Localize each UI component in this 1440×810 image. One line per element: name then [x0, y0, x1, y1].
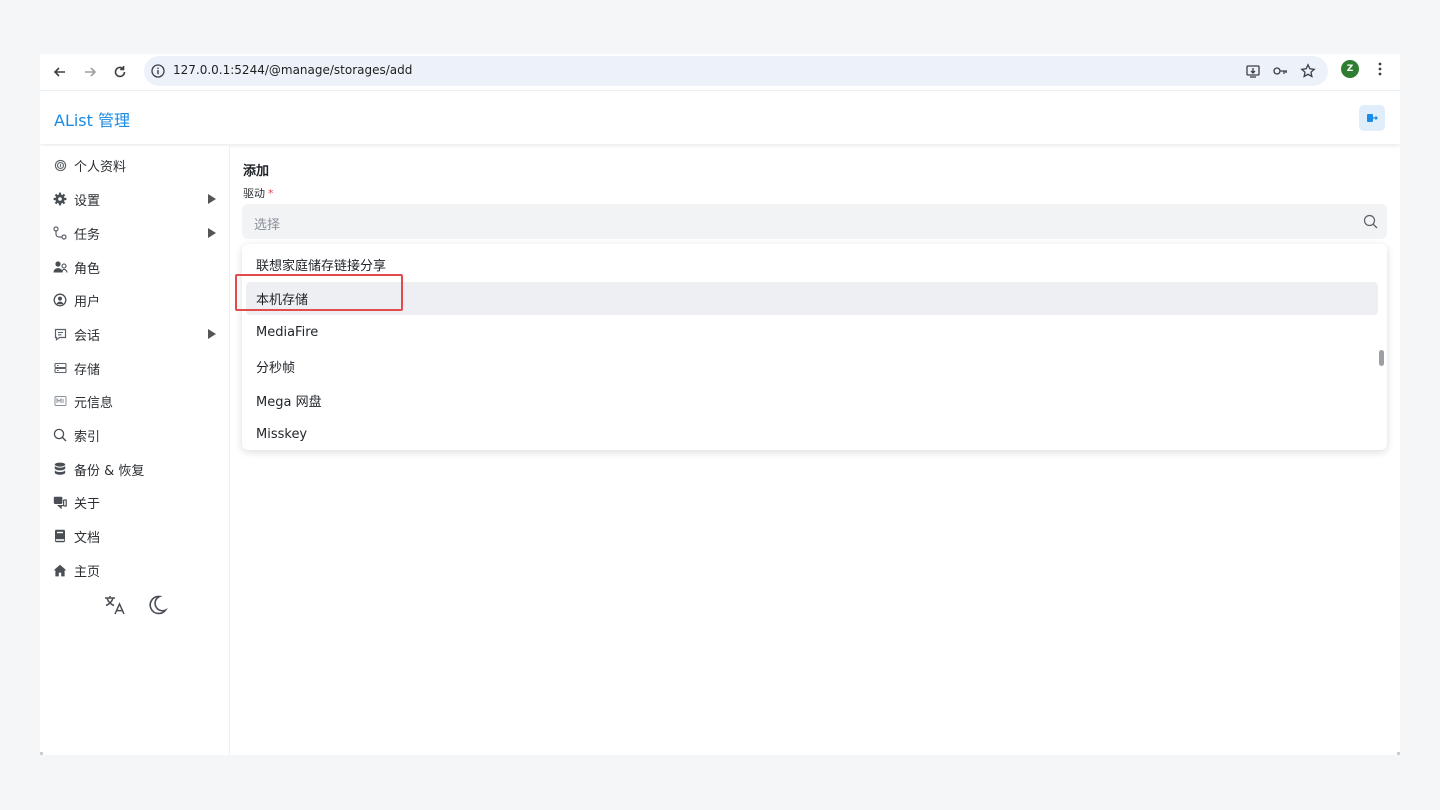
search-icon [1363, 214, 1379, 230]
user-circle-icon [52, 292, 68, 308]
driver-option[interactable]: Mega 网盘 [246, 384, 1378, 417]
sidebar-item-label: 存储 [74, 362, 101, 378]
home-icon [52, 562, 68, 578]
window-corner [40, 752, 43, 755]
dropdown-scrollbar-thumb[interactable] [1379, 350, 1384, 366]
expand-arrow-icon[interactable] [208, 329, 216, 339]
driver-option-selected[interactable]: 本机存储 [246, 282, 1378, 315]
window-corner [1397, 752, 1400, 755]
browser-window: 127.0.0.1:5244/@manage/storages/add Z AL… [40, 54, 1400, 755]
required-mark: * [268, 187, 274, 200]
message-icon [52, 326, 68, 342]
page-title: 添加 [243, 164, 270, 179]
sidebar-item-home[interactable]: 主页 [52, 556, 218, 584]
book-icon [52, 528, 68, 544]
sidebar-item-label: 会话 [74, 328, 101, 344]
sidebar-item-label: 索引 [74, 429, 101, 445]
sidebar-item-docs[interactable]: 文档 [52, 522, 218, 550]
sidebar-item-indexes[interactable]: 索引 [52, 421, 218, 449]
driver-label-text: 驱动 [243, 187, 265, 200]
sidebar-item-tasks[interactable]: 任务 [52, 219, 218, 247]
sidebar-item-label: 设置 [74, 193, 101, 209]
theme-toggle-button[interactable] [144, 592, 170, 618]
reload-icon [114, 66, 126, 78]
install-app-icon[interactable] [1244, 62, 1262, 80]
sidebar-item-users[interactable]: 用户 [52, 286, 218, 314]
logout-button[interactable] [1359, 105, 1385, 131]
language-switch-button[interactable] [102, 592, 128, 618]
driver-option[interactable]: Misskey [246, 418, 1378, 450]
moon-icon [149, 595, 168, 615]
driver-field-label: 驱动 * [243, 185, 274, 201]
sidebar-item-backup-restore[interactable]: 备份 & 恢复 [52, 455, 218, 483]
sidebar-bottom-actions [102, 592, 170, 618]
kebab-menu-icon [1378, 62, 1382, 76]
sidebar-item-roles[interactable]: 角色 [52, 253, 218, 281]
browser-menu-button[interactable] [1372, 60, 1388, 78]
sidebar-item-label: 个人资料 [74, 159, 127, 175]
sidebar-item-settings[interactable]: 设置 [52, 185, 218, 213]
sidebar-item-about[interactable]: 关于 [52, 488, 218, 516]
sidebar-item-label: 关于 [74, 496, 101, 512]
arrow-left-icon [53, 67, 65, 77]
driver-option[interactable]: 分秒帧 [246, 350, 1378, 383]
app-header: AList 管理 [40, 90, 1400, 144]
route-icon [52, 225, 68, 241]
gear-icon [52, 191, 68, 207]
address-bar[interactable]: 127.0.0.1:5244/@manage/storages/add [144, 56, 1328, 86]
driver-option[interactable]: 联想家庭储存链接分享 [246, 248, 1378, 281]
translate-icon [105, 596, 125, 615]
sidebar-item-profile[interactable]: 个人资料 [52, 151, 218, 179]
logout-icon [1367, 114, 1378, 122]
database-stack-icon [52, 461, 68, 477]
sidebar: 个人资料 设置 任务 角色 用户 会话 存储 元信息 索引 备份 & 恢复 关于… [40, 146, 230, 755]
meta-icon [52, 393, 68, 409]
expand-arrow-icon[interactable] [208, 228, 216, 238]
driver-select-placeholder: 选择 [254, 218, 281, 233]
sidebar-item-label: 备份 & 恢复 [74, 463, 145, 479]
forward-button[interactable] [78, 60, 102, 84]
main-content: 添加 驱动 * 选择 联想家庭储存链接分享 本机存储 MediaFire 分秒帧 … [242, 158, 1388, 748]
sidebar-item-metas[interactable]: 元信息 [52, 387, 218, 415]
reload-button[interactable] [108, 60, 132, 84]
back-button[interactable] [48, 60, 72, 84]
app-title[interactable]: AList 管理 [54, 107, 130, 131]
dropdown-scrollbar[interactable] [1379, 246, 1385, 448]
expand-arrow-icon[interactable] [208, 194, 216, 204]
sidebar-item-label: 文档 [74, 530, 101, 546]
profile-avatar[interactable]: Z [1341, 60, 1359, 78]
url-text[interactable]: 127.0.0.1:5244/@manage/storages/add [173, 63, 412, 77]
sidebar-item-sessions[interactable]: 会话 [52, 320, 218, 348]
users-icon [52, 259, 68, 275]
site-info-icon[interactable] [150, 63, 166, 79]
chat-bubbles-icon [52, 494, 68, 510]
browser-toolbar: 127.0.0.1:5244/@manage/storages/add Z [40, 54, 1400, 90]
driver-option[interactable]: MediaFire [246, 316, 1378, 349]
database-icon [52, 360, 68, 376]
key-icon[interactable] [1271, 62, 1289, 80]
arrow-right-icon [85, 67, 97, 77]
sidebar-item-label: 元信息 [74, 395, 114, 411]
fingerprint-icon [52, 157, 68, 173]
search-icon [52, 427, 68, 443]
bookmark-star-icon[interactable] [1299, 62, 1317, 80]
driver-select-input[interactable]: 选择 [242, 204, 1387, 239]
sidebar-item-label: 用户 [74, 294, 101, 310]
driver-options-dropdown: 联想家庭储存链接分享 本机存储 MediaFire 分秒帧 Mega 网盘 Mi… [242, 244, 1387, 450]
sidebar-item-label: 主页 [74, 564, 101, 580]
sidebar-item-storage[interactable]: 存储 [52, 354, 218, 382]
sidebar-item-label: 角色 [74, 261, 101, 277]
sidebar-item-label: 任务 [74, 227, 101, 243]
